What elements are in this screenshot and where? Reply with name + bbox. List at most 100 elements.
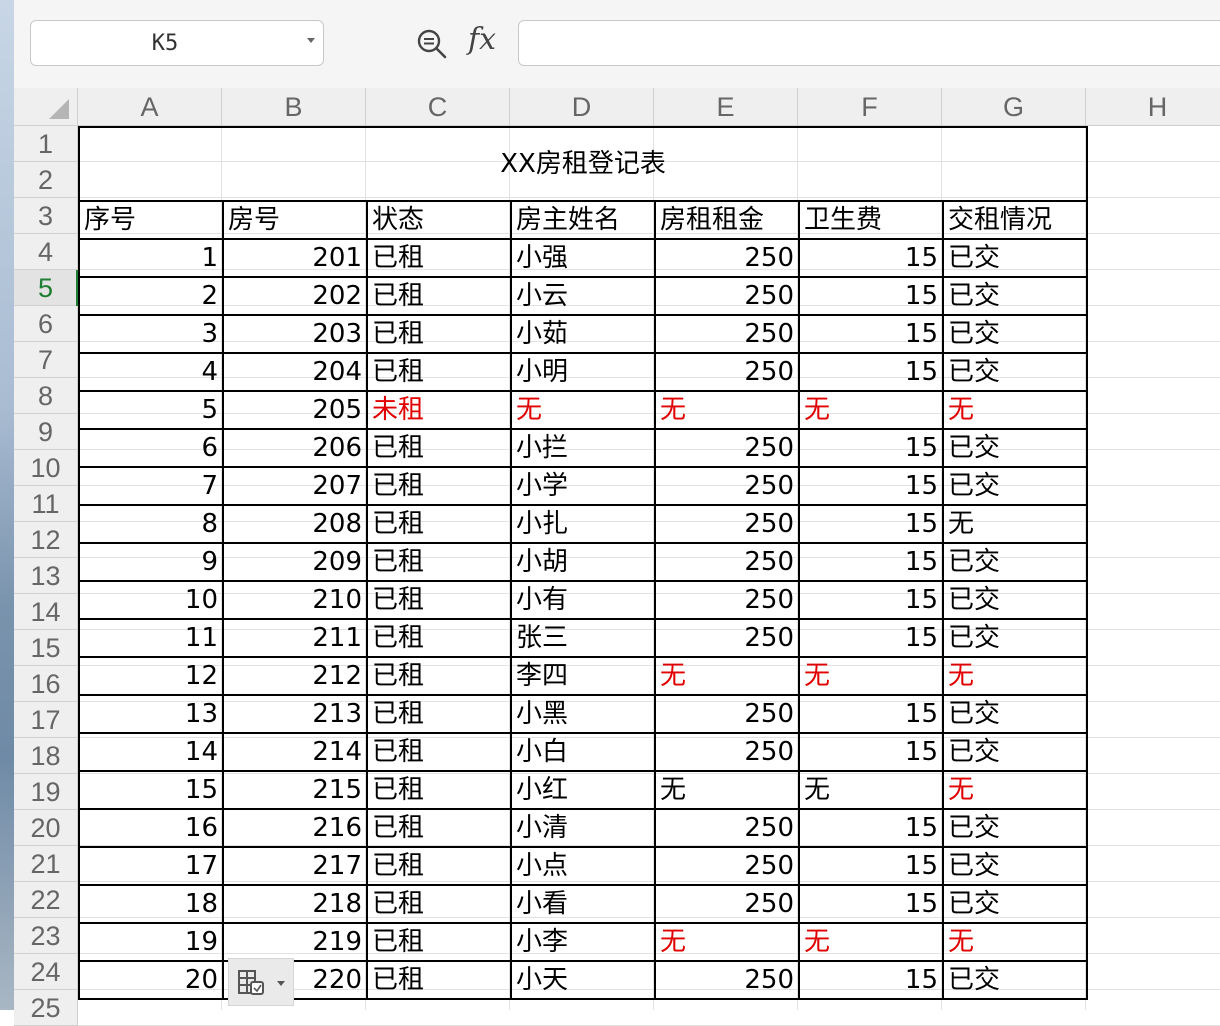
cell-payment[interactable]: 无 <box>941 770 1089 810</box>
cell-payment[interactable]: 已交 <box>941 238 1089 278</box>
row-header-7[interactable]: 7 <box>14 342 78 378</box>
cell-payment[interactable]: 已交 <box>941 428 1089 468</box>
cell-serial[interactable]: 1 <box>78 238 224 278</box>
column-header-g[interactable]: G <box>942 88 1086 126</box>
row-header-8[interactable]: 8 <box>14 378 78 414</box>
cell-owner[interactable]: 小看 <box>510 884 656 924</box>
cell-room[interactable]: 210 <box>222 580 368 620</box>
column-header-h[interactable]: H <box>1086 88 1220 126</box>
cell-rent[interactable]: 无 <box>654 390 800 430</box>
cell-sanitation[interactable]: 15 <box>798 884 944 924</box>
fx-icon[interactable]: fx <box>468 22 496 57</box>
cell-owner[interactable]: 小白 <box>510 732 656 772</box>
row-header-21[interactable]: 21 <box>14 846 78 882</box>
cell-payment[interactable]: 已交 <box>941 276 1089 316</box>
cell-sanitation[interactable]: 15 <box>798 618 944 658</box>
cell-sanitation[interactable]: 15 <box>798 238 944 278</box>
cell-serial[interactable]: 10 <box>78 580 224 620</box>
cell-serial[interactable]: 15 <box>78 770 224 810</box>
cell-status[interactable]: 已租 <box>366 352 512 392</box>
cell-room[interactable]: 215 <box>222 770 368 810</box>
cell-sanitation[interactable]: 无 <box>798 656 944 696</box>
cell-payment[interactable]: 已交 <box>941 960 1089 1000</box>
cell-status[interactable]: 已租 <box>366 846 512 886</box>
column-header-e[interactable]: E <box>654 88 798 126</box>
cell-serial[interactable]: 20 <box>78 960 224 1000</box>
cell-sanitation[interactable]: 15 <box>798 466 944 506</box>
header-cell-owner[interactable]: 房主姓名 <box>510 200 656 240</box>
cell-rent[interactable]: 250 <box>654 732 800 772</box>
cell-status[interactable]: 已租 <box>366 238 512 278</box>
cell-status[interactable]: 已租 <box>366 504 512 544</box>
column-header-a[interactable]: A <box>78 88 222 126</box>
select-all-corner[interactable] <box>14 88 78 126</box>
paste-options-button[interactable] <box>228 958 294 1006</box>
row-header-20[interactable]: 20 <box>14 810 78 846</box>
worksheet-grid[interactable]: ABCDEFGH 1 2 3 4 5 6 7 8 9 10 11 12 13 14 15 16 17 18 19 20… <box>14 88 1220 1026</box>
cell-payment[interactable]: 无 <box>941 656 1089 696</box>
row-header-12[interactable]: 12 <box>14 522 78 558</box>
chevron-down-icon[interactable] <box>307 38 315 43</box>
cell-room[interactable]: 217 <box>222 846 368 886</box>
cell-serial[interactable]: 6 <box>78 428 224 468</box>
cell-sanitation[interactable]: 15 <box>798 694 944 734</box>
cell-owner[interactable]: 小黑 <box>510 694 656 734</box>
cell-status[interactable]: 已租 <box>366 618 512 658</box>
cell-serial[interactable]: 2 <box>78 276 224 316</box>
cell-owner[interactable]: 小李 <box>510 922 656 962</box>
header-cell-payment[interactable]: 交租情况 <box>941 200 1089 240</box>
cell-owner[interactable]: 小胡 <box>510 542 656 582</box>
cell-owner[interactable]: 小云 <box>510 276 656 316</box>
cell-owner[interactable]: 小红 <box>510 770 656 810</box>
header-cell-status[interactable]: 状态 <box>366 200 512 240</box>
cell-owner[interactable]: 小点 <box>510 846 656 886</box>
cell-status[interactable]: 已租 <box>366 732 512 772</box>
cell-payment[interactable]: 已交 <box>941 732 1089 772</box>
cell-payment[interactable]: 已交 <box>941 314 1089 354</box>
cell-room[interactable]: 203 <box>222 314 368 354</box>
cell-rent[interactable]: 250 <box>654 276 800 316</box>
cell-payment[interactable]: 已交 <box>941 846 1089 886</box>
zoom-formula-icon[interactable] <box>416 28 448 60</box>
cell-sanitation[interactable]: 15 <box>798 580 944 620</box>
cell-sanitation[interactable]: 15 <box>798 352 944 392</box>
row-header-18[interactable]: 18 <box>14 738 78 774</box>
cell-sanitation[interactable]: 15 <box>798 504 944 544</box>
cell-room[interactable]: 205 <box>222 390 368 430</box>
cell-owner[interactable]: 无 <box>510 390 656 430</box>
cell-status[interactable]: 已租 <box>366 276 512 316</box>
cell-payment[interactable]: 已交 <box>941 466 1089 506</box>
cell-owner[interactable]: 小拦 <box>510 428 656 468</box>
row-header-17[interactable]: 17 <box>14 702 78 738</box>
cell-room[interactable]: 202 <box>222 276 368 316</box>
cell-serial[interactable]: 12 <box>78 656 224 696</box>
cell-payment[interactable]: 已交 <box>941 884 1089 924</box>
column-header-d[interactable]: D <box>510 88 654 126</box>
cell-room[interactable]: 207 <box>222 466 368 506</box>
name-box[interactable]: K5 <box>30 20 324 66</box>
cell-serial[interactable]: 7 <box>78 466 224 506</box>
cell-serial[interactable]: 11 <box>78 618 224 658</box>
cell-rent[interactable]: 250 <box>654 846 800 886</box>
row-header-5[interactable]: 5 <box>14 270 78 306</box>
cell-payment[interactable]: 已交 <box>941 542 1089 582</box>
cell-serial[interactable]: 14 <box>78 732 224 772</box>
cell-owner[interactable]: 小学 <box>510 466 656 506</box>
formula-input[interactable] <box>518 20 1220 66</box>
sheet-title[interactable]: XX房租登记表 <box>77 126 1089 202</box>
row-header-23[interactable]: 23 <box>14 918 78 954</box>
cell-room[interactable]: 218 <box>222 884 368 924</box>
cell-status[interactable]: 已租 <box>366 580 512 620</box>
cell-room[interactable]: 214 <box>222 732 368 772</box>
cell-serial[interactable]: 16 <box>78 808 224 848</box>
cell-status[interactable]: 已租 <box>366 960 512 1000</box>
cell-status[interactable]: 已租 <box>366 314 512 354</box>
cell-serial[interactable]: 9 <box>78 542 224 582</box>
cell-status[interactable]: 已租 <box>366 656 512 696</box>
cell-room[interactable]: 206 <box>222 428 368 468</box>
cell-rent[interactable]: 无 <box>654 922 800 962</box>
cell-rent[interactable]: 250 <box>654 960 800 1000</box>
cell-owner[interactable]: 小有 <box>510 580 656 620</box>
cell-room[interactable]: 211 <box>222 618 368 658</box>
cell-rent[interactable]: 250 <box>654 808 800 848</box>
